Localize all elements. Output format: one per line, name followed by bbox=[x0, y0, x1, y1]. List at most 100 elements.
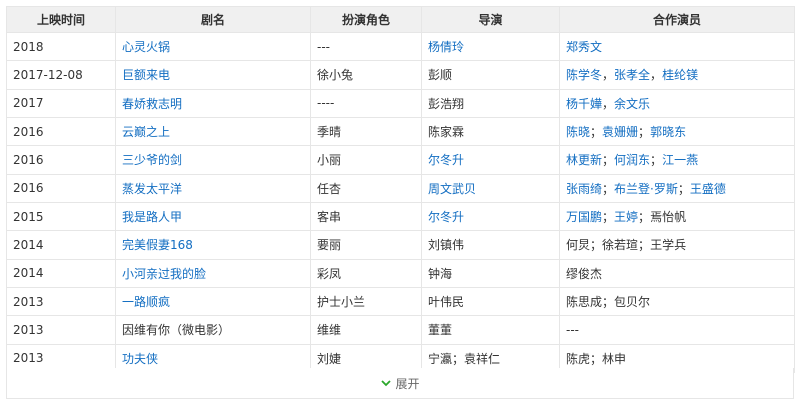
header-director: 导演 bbox=[421, 6, 560, 33]
table-row: 2016 三少爷的剑 小丽 尔冬升 林更新；何润东；江一燕 bbox=[6, 145, 795, 175]
cell-role: 任杏 bbox=[310, 173, 422, 203]
director-link[interactable]: 周文武贝 bbox=[428, 182, 476, 196]
costar-link[interactable]: 江一燕 bbox=[662, 153, 698, 167]
expand-label: 展开 bbox=[395, 376, 420, 391]
cell-release-date: 2016 bbox=[6, 145, 116, 175]
costar-separator: ； bbox=[638, 125, 651, 140]
costar-separator: ； bbox=[590, 125, 603, 140]
costar-separator: ； bbox=[602, 295, 615, 310]
costar-text: 陈虎 bbox=[566, 351, 591, 366]
cell-costars: 缪俊杰 bbox=[559, 258, 795, 288]
title-link[interactable]: 功夫侠 bbox=[122, 352, 158, 366]
cell-title: 巨额来电 bbox=[115, 60, 311, 90]
cell-role: ---- bbox=[310, 88, 422, 118]
cell-release-date: 2014 bbox=[6, 230, 116, 260]
costar-link[interactable]: 万国鹏 bbox=[566, 210, 602, 224]
costar-link[interactable]: 桂纶镁 bbox=[662, 68, 698, 82]
costar-link[interactable]: 郑秀文 bbox=[566, 40, 602, 54]
costar-link[interactable]: 郭晓东 bbox=[650, 125, 686, 139]
costar-link[interactable]: 王婷 bbox=[614, 210, 638, 224]
title-link[interactable]: 三少爷的剑 bbox=[122, 153, 182, 167]
costar-text: --- bbox=[566, 322, 579, 337]
cell-release-date: 2015 bbox=[6, 201, 116, 232]
costar-text: 陈思成 bbox=[566, 295, 603, 310]
director-text: 彭浩翔 bbox=[428, 96, 465, 111]
title-link[interactable]: 小河亲过我的脸 bbox=[122, 267, 206, 281]
cell-costars: 陈晓；袁姗姗；郭晓东 bbox=[559, 116, 795, 147]
table-row: 2016 蒸发太平洋 任杏 周文武贝 张雨绮；布兰登·罗斯；王盛德 bbox=[6, 173, 795, 203]
cell-costars: 陈学冬，张孝全，桂纶镁 bbox=[559, 60, 795, 90]
title-link[interactable]: 我是路人甲 bbox=[122, 210, 182, 224]
cell-director: 钟海 bbox=[421, 258, 560, 288]
costar-separator: ； bbox=[602, 210, 615, 225]
costar-link[interactable]: 何润东 bbox=[614, 153, 650, 167]
table-row: 2013 因维有你（微电影） 维维 董董 --- bbox=[6, 315, 795, 345]
director-text: 陈家霖 bbox=[428, 125, 465, 140]
cell-director: 董董 bbox=[421, 315, 560, 345]
costar-link[interactable]: 袁姗姗 bbox=[602, 125, 638, 139]
costar-link[interactable]: 杨千嬅 bbox=[566, 97, 602, 111]
director-link[interactable]: 尔冬升 bbox=[428, 210, 464, 224]
cell-title: 春娇救志明 bbox=[115, 88, 311, 118]
cell-title: 一路顺疯 bbox=[115, 286, 311, 317]
cell-costars: 张雨绮；布兰登·罗斯；王盛德 bbox=[559, 173, 795, 203]
title-link[interactable]: 心灵火锅 bbox=[122, 40, 170, 54]
costar-link[interactable]: 余文乐 bbox=[614, 97, 650, 111]
expand-button[interactable]: 展开 bbox=[6, 368, 794, 399]
cell-costars: --- bbox=[559, 315, 795, 345]
costar-text: 林申 bbox=[602, 351, 627, 366]
cell-role: 彩凤 bbox=[310, 258, 422, 288]
cell-release-date: 2016 bbox=[6, 116, 116, 147]
cell-costars: 林更新；何润东；江一燕 bbox=[559, 145, 795, 175]
costar-separator: ； bbox=[590, 351, 603, 366]
cell-director: 杨倩玲 bbox=[421, 31, 560, 62]
costar-link[interactable]: 林更新 bbox=[566, 153, 602, 167]
table-row: 2017 春娇救志明 ---- 彭浩翔 杨千嬅，余文乐 bbox=[6, 88, 795, 118]
director-text: 叶伟民 bbox=[428, 295, 465, 310]
costar-text: 缪俊杰 bbox=[566, 266, 603, 281]
cell-release-date: 2013 bbox=[6, 315, 116, 345]
director-text: 刘镇伟 bbox=[428, 238, 465, 253]
title-link[interactable]: 蒸发太平洋 bbox=[122, 182, 182, 196]
table-row: 2014 小河亲过我的脸 彩凤 钟海 缪俊杰 bbox=[6, 258, 795, 288]
costar-separator: ， bbox=[602, 96, 615, 111]
cell-title: 心灵火锅 bbox=[115, 31, 311, 62]
director-text: 董董 bbox=[428, 323, 453, 338]
title-link[interactable]: 完美假妻168 bbox=[122, 238, 193, 252]
filmography-table: 上映时间 剧名 扮演角色 导演 合作演员 2018 心灵火锅 --- 杨倩玲 郑秀文 20… bbox=[6, 6, 795, 373]
costar-link[interactable]: 张孝全 bbox=[614, 68, 650, 82]
title-link[interactable]: 巨额来电 bbox=[122, 68, 170, 82]
title-link[interactable]: 云巅之上 bbox=[122, 125, 170, 139]
table-row: 2017-12-08 巨额来电 徐小兔 彭顺 陈学冬，张孝全，桂纶镁 bbox=[6, 60, 795, 90]
table-row: 2014 完美假妻168 要丽 刘镇伟 何炅；徐若瑄；王学兵 bbox=[6, 230, 795, 260]
title-link[interactable]: 一路顺疯 bbox=[122, 295, 170, 309]
costar-link[interactable]: 张雨绮 bbox=[566, 182, 602, 196]
costar-separator: ； bbox=[638, 210, 651, 225]
cell-costars: 杨千嬅，余文乐 bbox=[559, 88, 795, 118]
cell-role: 维维 bbox=[310, 315, 422, 345]
cell-costars: 陈思成；包贝尔 bbox=[559, 286, 795, 317]
cell-title: 完美假妻168 bbox=[115, 230, 311, 260]
title-text: 因维有你（微电影） bbox=[122, 323, 231, 338]
cell-title: 因维有你（微电影） bbox=[115, 315, 311, 345]
costar-link[interactable]: 陈晓 bbox=[566, 125, 590, 139]
title-link[interactable]: 春娇救志明 bbox=[122, 97, 182, 111]
header-release-date: 上映时间 bbox=[6, 6, 116, 33]
cell-release-date: 2013 bbox=[6, 286, 116, 317]
costar-link[interactable]: 王盛德 bbox=[690, 182, 726, 196]
cell-title: 三少爷的剑 bbox=[115, 145, 311, 175]
cell-role: 季晴 bbox=[310, 116, 422, 147]
cell-role: 护士小兰 bbox=[310, 286, 422, 317]
chevron-down-icon bbox=[381, 380, 392, 387]
table-row: 2016 云巅之上 季晴 陈家霖 陈晓；袁姗姗；郭晓东 bbox=[6, 116, 795, 147]
cell-release-date: 2018 bbox=[6, 31, 116, 62]
cell-director: 尔冬升 bbox=[421, 201, 560, 232]
costar-link[interactable]: 布兰登·罗斯 bbox=[614, 182, 678, 196]
director-link[interactable]: 尔冬升 bbox=[428, 153, 464, 167]
director-link[interactable]: 杨倩玲 bbox=[428, 40, 464, 54]
cell-director: 彭顺 bbox=[421, 60, 560, 90]
costar-link[interactable]: 陈学冬 bbox=[566, 68, 602, 82]
costar-separator: ； bbox=[677, 181, 690, 196]
costar-text: 包贝尔 bbox=[614, 295, 651, 310]
cell-title: 我是路人甲 bbox=[115, 201, 311, 232]
